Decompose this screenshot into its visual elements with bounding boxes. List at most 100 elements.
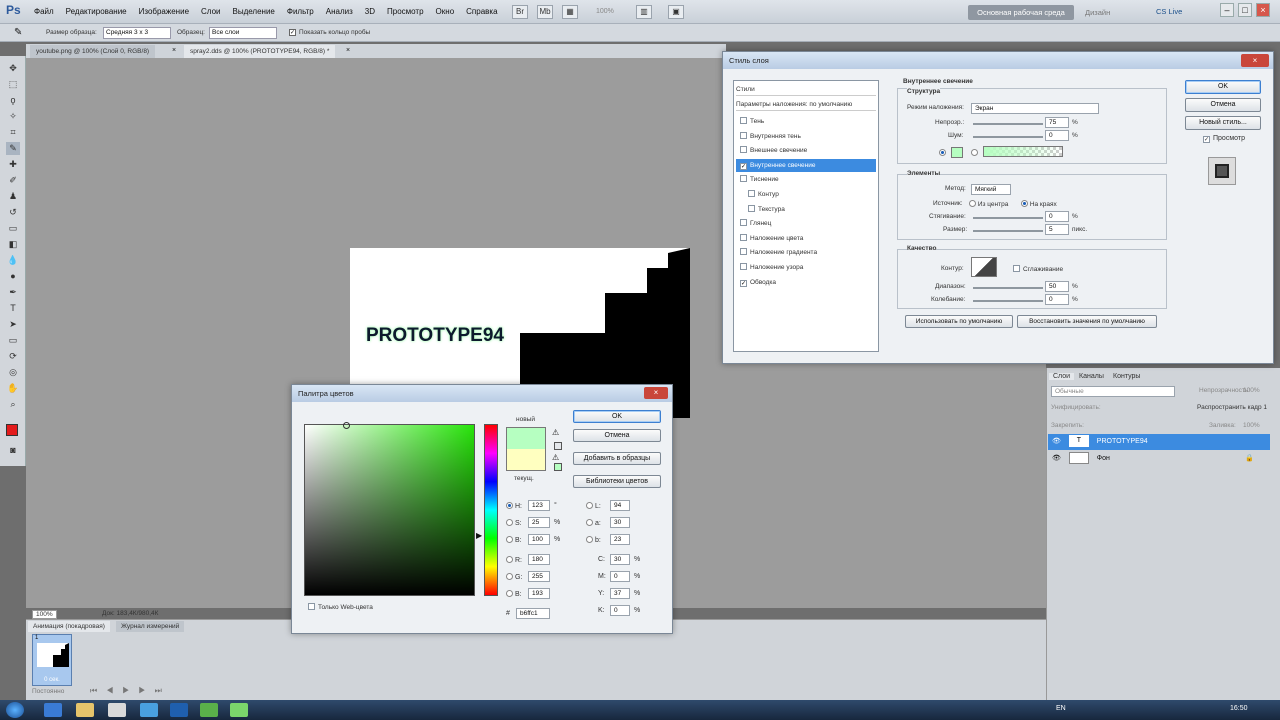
gradient-tool-icon[interactable]: ◧ [6,238,20,251]
hue-slider[interactable] [484,424,498,596]
menu-item[interactable]: Фильтр [287,7,314,16]
lasso-tool-icon[interactable]: ϙ [6,94,20,107]
from-center-radio[interactable]: Из центра [969,200,1008,208]
foreground-color-swatch[interactable] [6,424,18,436]
layer-row-background[interactable]: 👁 Фон 🔒 [1048,451,1270,467]
language-indicator[interactable]: EN [1056,705,1066,712]
reset-default-button[interactable]: Восстановить значения по умолчанию [1017,315,1157,328]
tab-measurement-log[interactable]: Журнал измерений [116,621,185,632]
style-checkbox[interactable]: ✓ [740,279,747,287]
skype-icon[interactable] [140,703,158,717]
h-radio[interactable]: H: [506,502,522,510]
gradient-radio[interactable] [971,149,978,157]
style-item[interactable]: Наложение узора [736,261,876,274]
style-checkbox[interactable] [748,204,755,212]
recorder-task-icon[interactable] [230,703,248,717]
web-color-cube-icon[interactable] [554,442,562,450]
quick-mask-icon[interactable]: ◙ [6,444,20,457]
hue-slider-arrow-icon[interactable]: ▶ [476,531,482,540]
style-item[interactable]: Контур [744,188,884,201]
style-checkbox[interactable] [740,146,747,154]
close-icon[interactable]: × [1241,54,1269,67]
3d-orbit-tool-icon[interactable]: ◎ [6,366,20,379]
shape-tool-icon[interactable]: ▭ [6,334,20,347]
layer-row-prototype94[interactable]: 👁 T PROTOTYPE94 [1048,434,1270,450]
method-select[interactable]: Мягкий [971,184,1011,195]
style-checkbox[interactable] [740,219,747,227]
tab-layers[interactable]: Слои [1049,373,1075,380]
style-checkbox[interactable]: ✓ [740,162,747,170]
antialias-checkbox[interactable]: Сглаживание [1009,265,1063,273]
b-radio[interactable]: B: [506,536,522,544]
3d-rotate-tool-icon[interactable]: ⟳ [6,350,20,363]
close-icon[interactable]: × [644,387,668,399]
layer-name[interactable]: Фон [1097,455,1110,462]
ok-button[interactable]: OK [1185,80,1261,94]
eye-icon[interactable]: 👁 [1052,438,1061,445]
screen-mode-icon[interactable]: ▣ [668,5,684,19]
menu-item[interactable]: Справка [466,7,497,16]
style-checkbox[interactable] [740,248,747,256]
hand-tool-icon[interactable]: ✋ [6,382,20,395]
lab-b-field[interactable]: 23 [610,534,630,545]
glow-color-swatch[interactable] [951,147,963,158]
contour-picker-icon[interactable] [971,257,997,277]
color-libraries-button[interactable]: Библиотеки цветов [573,475,661,488]
make-default-button[interactable]: Использовать по умолчанию [905,315,1013,328]
clock[interactable]: 16:50 [1230,705,1248,712]
explorer-icon[interactable] [76,703,94,717]
dodge-tool-icon[interactable]: ● [6,270,20,283]
g-radio[interactable]: G: [506,573,522,581]
style-checkbox[interactable] [740,175,747,183]
layer-blend-select[interactable]: Обычные [1051,386,1175,397]
on-edge-radio[interactable]: На краях [1021,200,1057,208]
type-tool-icon[interactable]: T [6,302,20,315]
color-field-marker[interactable] [343,422,350,429]
style-checkbox[interactable] [740,131,747,139]
media-icon[interactable] [108,703,126,717]
style-checkbox[interactable] [748,190,755,197]
workspace-button[interactable]: Основная рабочая среда [968,5,1074,20]
move-tool-icon[interactable]: ✥ [6,62,20,75]
sample-select[interactable]: Все слои [209,27,277,39]
choke-field[interactable]: 0 [1045,211,1069,222]
eyedropper-icon[interactable]: ✎ [14,27,22,38]
l-radio[interactable]: L: [586,502,601,510]
style-item[interactable]: Текстура [744,203,884,216]
style-item[interactable]: Наложение градиента [736,246,876,259]
prototype94-text-layer[interactable]: PROTOTYPE94 [366,325,504,347]
lab-b-radio[interactable]: b: [586,536,601,544]
zoom-tool-icon[interactable]: ⌕ [6,398,20,411]
minimize-icon[interactable]: – [1220,3,1234,17]
l-field[interactable]: 94 [610,500,630,511]
style-item[interactable]: Глянец [736,217,876,230]
blending-options[interactable]: Параметры наложения: по умолчанию [736,98,876,111]
jitter-field[interactable]: 0 [1045,294,1069,305]
color-field[interactable] [304,424,475,596]
crop-tool-icon[interactable]: ⌗ [6,126,20,139]
pen-tool-icon[interactable]: ✒ [6,286,20,299]
menu-item[interactable]: Изображение [139,7,189,16]
style-item[interactable]: Внутренняя тень [736,130,876,143]
s-radio[interactable]: S: [506,519,522,527]
r-field[interactable]: 180 [528,554,550,565]
gamut-warning-icon[interactable]: ⚠ [552,428,559,437]
menu-item[interactable]: Анализ [326,7,353,16]
tab-paths[interactable]: Контуры [1109,373,1144,380]
y-field[interactable]: 37 [610,588,630,599]
tab-spray2[interactable]: spray2.dds @ 100% (PROTOTYPE94, RGB/8) * [184,45,336,58]
tab-channels[interactable]: Каналы [1075,373,1108,380]
menu-item[interactable]: Файл [34,7,54,16]
style-item[interactable]: ✓ Внутреннее свечение [736,158,876,172]
current-color-swatch[interactable] [506,449,546,471]
range-slider[interactable] [973,287,1043,289]
eyedropper-tool-icon[interactable]: ✎ [6,142,20,155]
start-button-icon[interactable] [6,702,24,718]
eraser-tool-icon[interactable]: ▭ [6,222,20,235]
opacity-slider[interactable] [973,123,1043,125]
menu-item[interactable]: Просмотр [387,7,424,16]
eye-icon[interactable]: 👁 [1052,455,1061,462]
blue-radio[interactable]: B: [506,590,522,598]
a-field[interactable]: 30 [610,517,630,528]
style-item[interactable]: Тень [736,115,876,128]
